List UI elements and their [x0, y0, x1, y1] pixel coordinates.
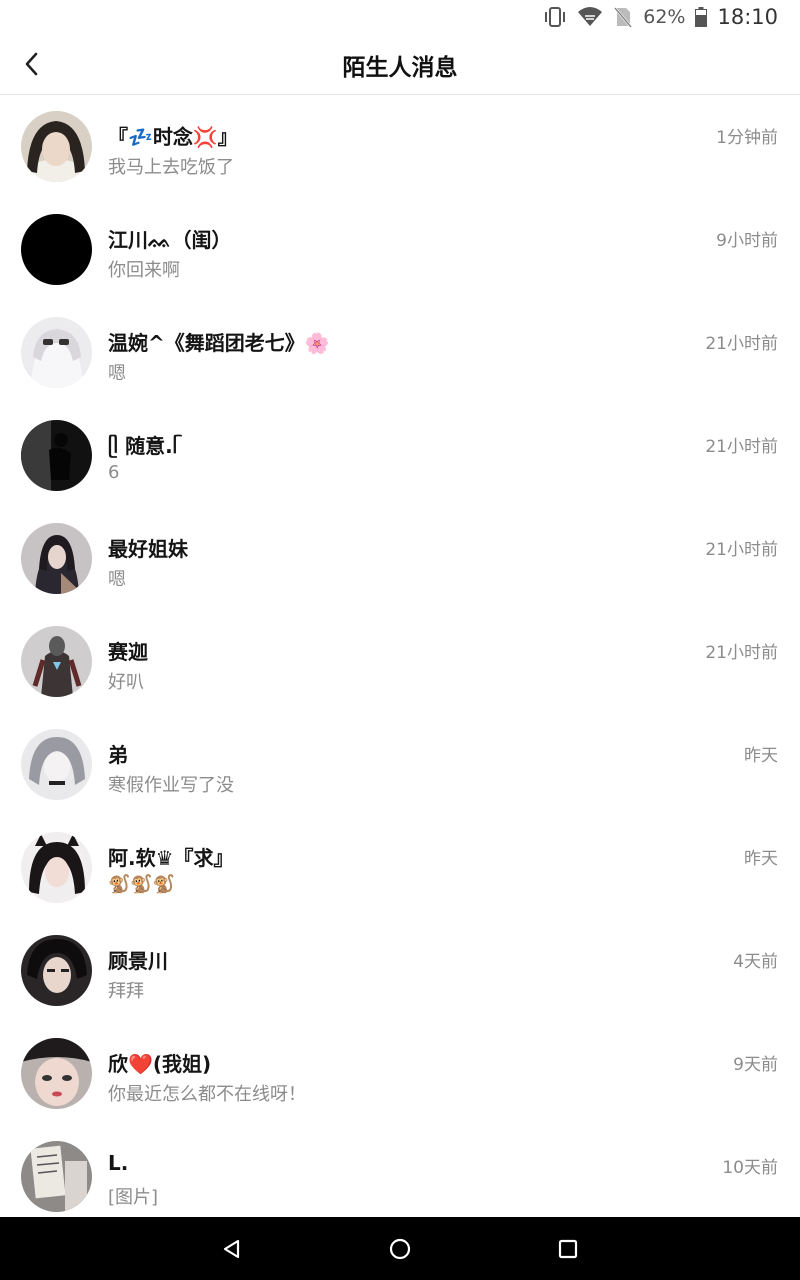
contact-name: L.: [108, 1151, 129, 1175]
message-preview: [图片]: [108, 1187, 159, 1208]
message-preview: 6: [108, 462, 120, 483]
message-preview: 你最近怎么都不在线呀！: [108, 1084, 306, 1105]
conversation-list: 『💤时念💢』 我马上去吃饭了 1分钟前 江川ᨐ（闺） 你回来啊 9小时前 温婉^…: [0, 95, 800, 1217]
nav-recents-button[interactable]: [552, 1233, 584, 1265]
contact-name: 温婉^《舞蹈团老七》🌸: [108, 331, 330, 355]
home-circle-icon: [389, 1238, 411, 1260]
message-preview: 嗯: [108, 569, 126, 590]
avatar[interactable]: [21, 626, 92, 697]
message-time: 昨天: [744, 849, 778, 869]
avatar[interactable]: [21, 420, 92, 491]
avatar[interactable]: [21, 111, 92, 182]
no-sim-icon: [613, 6, 633, 28]
contact-name: 赛迦: [108, 640, 148, 664]
avatar[interactable]: [21, 523, 92, 594]
conversation-item[interactable]: 温婉^《舞蹈团老七》🌸 嗯 21小时前: [0, 301, 800, 404]
contact-name: 顾景川: [108, 949, 168, 973]
battery-percent: 62%: [643, 6, 686, 28]
avatar[interactable]: [21, 1141, 92, 1212]
message-time: 4天前: [733, 952, 778, 972]
conversation-item[interactable]: 弟 寒假作业写了没 昨天: [0, 713, 800, 816]
conversation-item[interactable]: 『💤时念💢』 我马上去吃饭了 1分钟前: [0, 95, 800, 198]
nav-back-button[interactable]: [216, 1233, 248, 1265]
avatar[interactable]: [21, 935, 92, 1006]
message-preview: 嗯: [108, 363, 126, 384]
message-time: 昨天: [744, 746, 778, 766]
message-time: 21小时前: [705, 540, 778, 560]
contact-name: 最好姐妹: [108, 537, 188, 561]
conversation-item[interactable]: L. [图片] 10天前: [0, 1125, 800, 1217]
avatar[interactable]: [21, 729, 92, 800]
conversation-item[interactable]: 顾景川 拜拜 4天前: [0, 919, 800, 1022]
conversation-item[interactable]: 江川ᨐ（闺） 你回来啊 9小时前: [0, 198, 800, 301]
conversation-item[interactable]: 最好姐妹 嗯 21小时前: [0, 507, 800, 610]
contact-name: 江川ᨐ（闺）: [108, 228, 232, 252]
message-time: 1分钟前: [716, 128, 778, 148]
avatar[interactable]: [21, 832, 92, 903]
status-icons: 62% 18:10: [543, 4, 778, 30]
back-triangle-icon: [223, 1239, 240, 1259]
conversation-item[interactable]: ᥫ 随意.ᥬ 6 21小时前: [0, 404, 800, 507]
conversation-item[interactable]: 赛迦 好叭 21小时前: [0, 610, 800, 713]
avatar[interactable]: [21, 317, 92, 388]
monkey-emoji-icon: 🐒🐒🐒: [108, 874, 176, 895]
recents-square-icon: [558, 1239, 578, 1259]
message-time: 10天前: [722, 1158, 778, 1178]
status-bar: 62% 18:10: [0, 0, 800, 34]
message-preview: 好叭: [108, 672, 144, 693]
avatar[interactable]: [21, 1038, 92, 1109]
page-title: 陌生人消息: [342, 55, 458, 81]
vibrate-icon: [543, 6, 567, 28]
message-preview: 寒假作业写了没: [108, 775, 234, 796]
conversation-item[interactable]: 阿.软♛『求』 🐒🐒🐒 昨天: [0, 816, 800, 919]
message-time: 9小时前: [716, 231, 778, 251]
message-preview: 🐒🐒🐒: [108, 874, 175, 895]
contact-name: ᥫ 随意.ᥬ: [108, 434, 178, 458]
contact-name: 弟: [108, 743, 128, 767]
conversation-item[interactable]: 欣❤️(我姐) 你最近怎么都不在线呀！ 9天前: [0, 1022, 800, 1125]
app-header: 陌生人消息: [0, 34, 800, 95]
message-preview: 我马上去吃饭了: [108, 157, 234, 178]
contact-name: 『💤时念💢』: [108, 125, 238, 149]
message-preview: 拜拜: [108, 981, 144, 1002]
battery-icon: [695, 7, 708, 27]
message-time: 21小时前: [705, 643, 778, 663]
clock: 18:10: [717, 5, 778, 29]
message-time: 9天前: [733, 1055, 778, 1075]
contact-name: 欣❤️(我姐): [108, 1052, 212, 1076]
message-preview: 你回来啊: [108, 260, 180, 281]
contact-name: 阿.软♛『求』: [108, 846, 234, 870]
nav-home-button[interactable]: [384, 1233, 416, 1265]
wifi-icon: [577, 6, 603, 28]
system-nav-bar: [0, 1217, 800, 1280]
message-time: 21小时前: [705, 437, 778, 457]
avatar[interactable]: [21, 214, 92, 285]
message-time: 21小时前: [705, 334, 778, 354]
